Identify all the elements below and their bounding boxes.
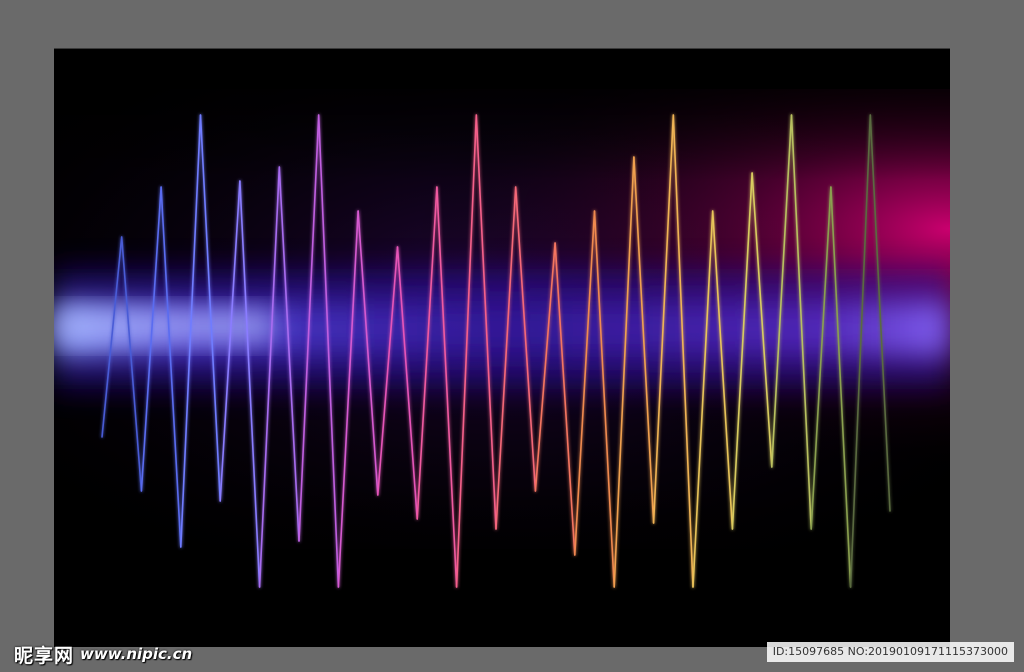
watermark-logo: 昵享网 www.nipic.cn [14,640,192,668]
watermark-url: www.nipic.cn [80,645,193,663]
sound-wave-image [54,49,950,647]
watermark-id: ID:15097685 NO:20190109171115373000 [766,642,1014,662]
watermark-logo-text: 昵享网 [14,644,75,667]
canvas-background: 昵享网 www.nipic.cn ID:15097685 NO:20190109… [0,0,1024,672]
vertical-fade [54,49,950,647]
artboard [54,48,950,647]
